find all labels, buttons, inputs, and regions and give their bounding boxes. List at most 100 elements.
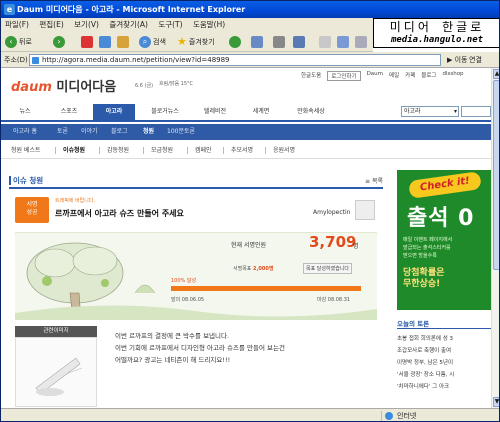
subnav-petition[interactable]: 청원 <box>143 124 154 140</box>
agora-subnav: 아고라 홈 토론 이야기 블로그 청원 100분토론 <box>1 124 491 140</box>
search-button[interactable]: ⌕ 검색 <box>139 35 166 49</box>
debate-item[interactable]: 조갑모사로 축행이 출여 <box>397 346 491 354</box>
progress-bar <box>171 286 361 291</box>
top-links: 한글도움 로그인하기 Daum 메일 카페 블로그 dlsshop <box>301 71 464 81</box>
nav-tv[interactable]: 텔레비전 <box>193 104 237 120</box>
nav-agora[interactable]: 아고라 <box>93 104 135 120</box>
back-button[interactable]: ‹ 뒤로 <box>5 35 32 49</box>
subnav-home[interactable]: 아고라 홈 <box>13 124 37 140</box>
list-link[interactable]: ≡ 목록 <box>365 176 383 185</box>
success-badge: 서명 성공 <box>15 197 49 223</box>
star-icon: ★ <box>177 35 187 48</box>
nav-search-input[interactable] <box>461 106 491 117</box>
mail-icon <box>251 36 263 48</box>
petition-subnav: 청원 베스트 이슈청원 감동청원 모금청원 캠페인 추모서명 응원서명 <box>1 142 491 159</box>
edit-button[interactable] <box>293 35 305 49</box>
debate-item[interactable]: '차마하니에다' 그 아크 <box>397 382 491 390</box>
home-button[interactable] <box>117 35 129 49</box>
daum-logo[interactable]: daum 미디어다음 <box>11 76 116 95</box>
toplink-daum[interactable]: Daum <box>367 71 383 81</box>
count-label: 현재 서명인원 <box>231 242 267 249</box>
research-button[interactable] <box>355 35 367 49</box>
favorites-button[interactable]: ★ 즐겨찾기 <box>177 35 215 49</box>
menu-help[interactable]: 도움말(H) <box>189 18 229 32</box>
toplink-shop[interactable]: dlsshop <box>442 71 463 81</box>
divider <box>223 147 224 154</box>
ie-icon: e <box>4 4 15 15</box>
petition-author[interactable]: Amylopectin <box>313 209 350 216</box>
debate-item[interactable]: 이명박 정부, 남은 5년이 <box>397 358 491 366</box>
nav-blognews[interactable]: 블로거뉴스 <box>141 104 189 120</box>
subnav2-fund[interactable]: 모금청원 <box>151 142 173 159</box>
print-icon <box>273 36 285 48</box>
nav-world[interactable]: 세계면 <box>241 104 281 120</box>
stop-icon <box>81 36 93 48</box>
signature-count: 3,709 <box>309 233 357 251</box>
go-label: 이동 <box>454 56 468 64</box>
scroll-thumb[interactable] <box>493 80 499 270</box>
mail-button[interactable] <box>251 35 263 49</box>
debate-item[interactable]: '서울 광장' 장소 다툼, 시 <box>397 370 491 378</box>
stop-button[interactable] <box>81 35 93 49</box>
subnav-story[interactable]: 이야기 <box>81 124 98 140</box>
toplink-help[interactable]: 한글도움 <box>301 71 321 81</box>
discuss-button[interactable] <box>319 35 331 49</box>
media-button[interactable] <box>229 35 241 49</box>
section-bar <box>9 176 11 185</box>
subnav-blog[interactable]: 블로그 <box>111 124 128 140</box>
nav-sports[interactable]: 스포츠 <box>49 104 89 120</box>
count-unit: 명 <box>353 243 359 250</box>
forward-arrow-icon: › <box>53 36 65 48</box>
subnav-debate[interactable]: 토론 <box>57 124 68 140</box>
menu-view[interactable]: 보기(V) <box>70 18 103 32</box>
subnav2-moving[interactable]: 감동청원 <box>107 142 129 159</box>
list-label: 목록 <box>371 178 383 185</box>
subnav2-campaign[interactable]: 캠페인 <box>195 142 212 159</box>
toplink-blog[interactable]: 블로그 <box>421 71 436 81</box>
progress-label: 100% 달성 <box>171 278 197 284</box>
nav-cartoon[interactable]: 만화속세상 <box>285 104 337 120</box>
subnav2-memorial[interactable]: 추모서명 <box>231 142 253 159</box>
vertical-scrollbar[interactable]: ▲ ▼ <box>491 68 499 408</box>
address-input[interactable]: http://agora.media.daum.net/petition/vie… <box>29 54 441 66</box>
subnav2-best[interactable]: 청원 베스트 <box>11 142 41 159</box>
messenger-button[interactable] <box>337 35 349 49</box>
menu-file[interactable]: 파일(F) <box>1 18 33 32</box>
related-image[interactable] <box>15 337 97 407</box>
menu-favorites[interactable]: 즐겨찾기(A) <box>105 18 152 32</box>
research-icon <box>355 36 367 48</box>
scroll-down-icon[interactable]: ▼ <box>493 397 499 407</box>
scroll-up-icon[interactable]: ▲ <box>493 69 499 79</box>
today-debate: 오늘의 토론 초봉 접회 희의론에 성 3 조갑모사로 축행이 출여 이명박 정… <box>397 318 491 408</box>
menu-edit[interactable]: 편집(E) <box>35 18 67 32</box>
divider <box>55 147 56 154</box>
description-line: 이번 기회에 르까프에서 디자인형 아고라 슈즈를 만들어 보는건 <box>115 344 285 352</box>
subnav2-cheer[interactable]: 응원서명 <box>273 142 295 159</box>
go-button[interactable]: ▶ 이동 <box>447 54 468 66</box>
divider <box>265 147 266 154</box>
debate-item[interactable]: 초봉 접회 희의론에 성 3 <box>397 334 491 342</box>
ad-prize: 당첨확률은 무한상승! <box>403 268 445 289</box>
login-button[interactable]: 로그인하기 <box>327 71 361 81</box>
weather-info: 흐림/맑음 15°C <box>159 81 194 87</box>
subnav2-issue[interactable]: 이슈청원 <box>63 142 85 159</box>
toplink-mail[interactable]: 메일 <box>389 71 399 81</box>
goal-text: 서명목표 2,000명 <box>233 265 273 272</box>
back-label: 뒤로 <box>19 38 32 46</box>
refresh-button[interactable] <box>99 35 111 49</box>
logo-daum: daum <box>11 80 52 95</box>
nav-news[interactable]: 뉴스 <box>7 104 43 120</box>
avatar[interactable] <box>355 200 375 220</box>
subnav-100min[interactable]: 100분토론 <box>167 124 195 140</box>
sketch-image <box>35 357 83 396</box>
forward-button[interactable]: › <box>53 35 65 49</box>
links-button[interactable]: 연결 <box>469 54 482 66</box>
check-it-ad[interactable]: Check it! 출석 0 매일 이벤트 페이지에서 발급되는 출석스티커를 … <box>397 170 491 310</box>
menu-tools[interactable]: 도구(T) <box>154 18 186 32</box>
search-icon: ⌕ <box>139 36 151 48</box>
section-header: 이슈 청원 ≡ 목록 <box>9 173 383 189</box>
progress-fill <box>171 286 361 291</box>
nav-search-select[interactable]: 아고라 <box>401 106 459 117</box>
toplink-cafe[interactable]: 카페 <box>405 71 415 81</box>
print-button[interactable] <box>273 35 285 49</box>
